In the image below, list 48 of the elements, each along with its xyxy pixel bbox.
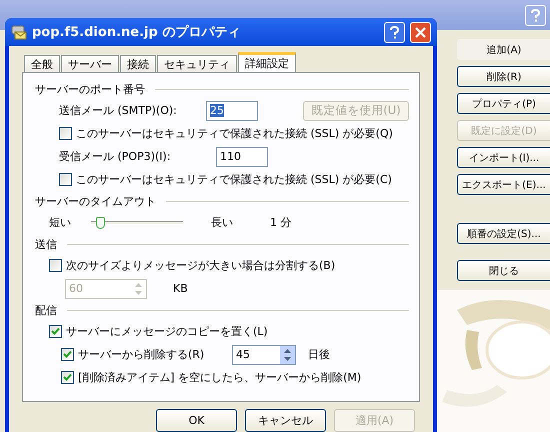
- section-heading: サーバーのタイムアウト: [35, 194, 156, 208]
- input-field[interactable]: 110: [216, 146, 268, 166]
- question-mark-icon: [390, 26, 399, 38]
- window-button[interactable]: 追加(A): [457, 39, 550, 60]
- checkbox-label: 次のサイズよりメッセージが大きい場合は分割する(B): [66, 258, 336, 273]
- close-button[interactable]: [410, 22, 431, 42]
- field-label: 送信メール (SMTP)(O):: [59, 103, 178, 118]
- slider-min-label: 短い: [49, 215, 71, 230]
- checkbox-label: [削除済みアイテム] を空にしたら、サーバーから削除(M): [78, 370, 362, 385]
- window-button[interactable]: 削除(R): [457, 66, 550, 87]
- unit-label: KB: [173, 282, 188, 295]
- input-field[interactable]: 25: [206, 100, 258, 120]
- checkbox-label: このサーバーはセキュリティで保護された接続 (SSL) が必要(C): [76, 172, 392, 187]
- days-spinner[interactable]: 45: [232, 344, 296, 364]
- section-heading: サーバーのポート番号: [35, 82, 145, 96]
- window-button[interactable]: 閉じる: [457, 260, 550, 281]
- checkbox-label: このサーバーはセキュリティで保護された接続 (SSL) が必要(Q): [76, 126, 393, 141]
- section-heading: 配信: [35, 302, 57, 318]
- window-button[interactable]: プロパティ(P): [457, 93, 550, 114]
- checkbox-label: サーバーから削除する(R): [78, 347, 206, 362]
- tab[interactable]: 詳細設定: [238, 52, 296, 72]
- window-button[interactable]: インポート(I)...: [457, 147, 550, 168]
- close-icon: [415, 26, 426, 38]
- timeout-value: 1 分: [270, 215, 292, 230]
- checkbox[interactable]: [59, 127, 72, 140]
- dialog-button[interactable]: OK: [156, 409, 237, 432]
- checkbox[interactable]: [59, 173, 72, 186]
- tab[interactable]: 接続: [120, 55, 156, 72]
- checkbox[interactable]: [61, 371, 74, 384]
- field-label: 受信メール (POP3)(I):: [59, 149, 172, 164]
- checkbox-label: サーバーにメッセージのコピーを置く(L): [66, 324, 268, 339]
- mail-server-icon: [11, 24, 27, 40]
- help-button[interactable]: [384, 22, 405, 42]
- checkbox[interactable]: [49, 259, 62, 272]
- tab[interactable]: セキュリティ: [157, 55, 237, 72]
- tab[interactable]: 全般: [24, 55, 60, 72]
- window-button[interactable]: エクスポート(E)...: [457, 174, 550, 195]
- checkbox[interactable]: [49, 325, 62, 338]
- dialog-button[interactable]: キャンセル: [245, 409, 326, 432]
- slider-max-label: 長い: [211, 215, 234, 230]
- tab[interactable]: サーバー: [61, 55, 119, 72]
- question-mark-icon: [531, 8, 540, 22]
- checkbox[interactable]: [61, 348, 74, 361]
- window-button[interactable]: 順番の設定(S)...: [457, 223, 550, 244]
- dialog-title: pop.f5.dion.ne.jp のプロパティ: [32, 24, 242, 41]
- unit-label: 日後: [308, 347, 330, 362]
- section-heading: 送信: [35, 236, 57, 252]
- slider-thumb[interactable]: [96, 216, 106, 228]
